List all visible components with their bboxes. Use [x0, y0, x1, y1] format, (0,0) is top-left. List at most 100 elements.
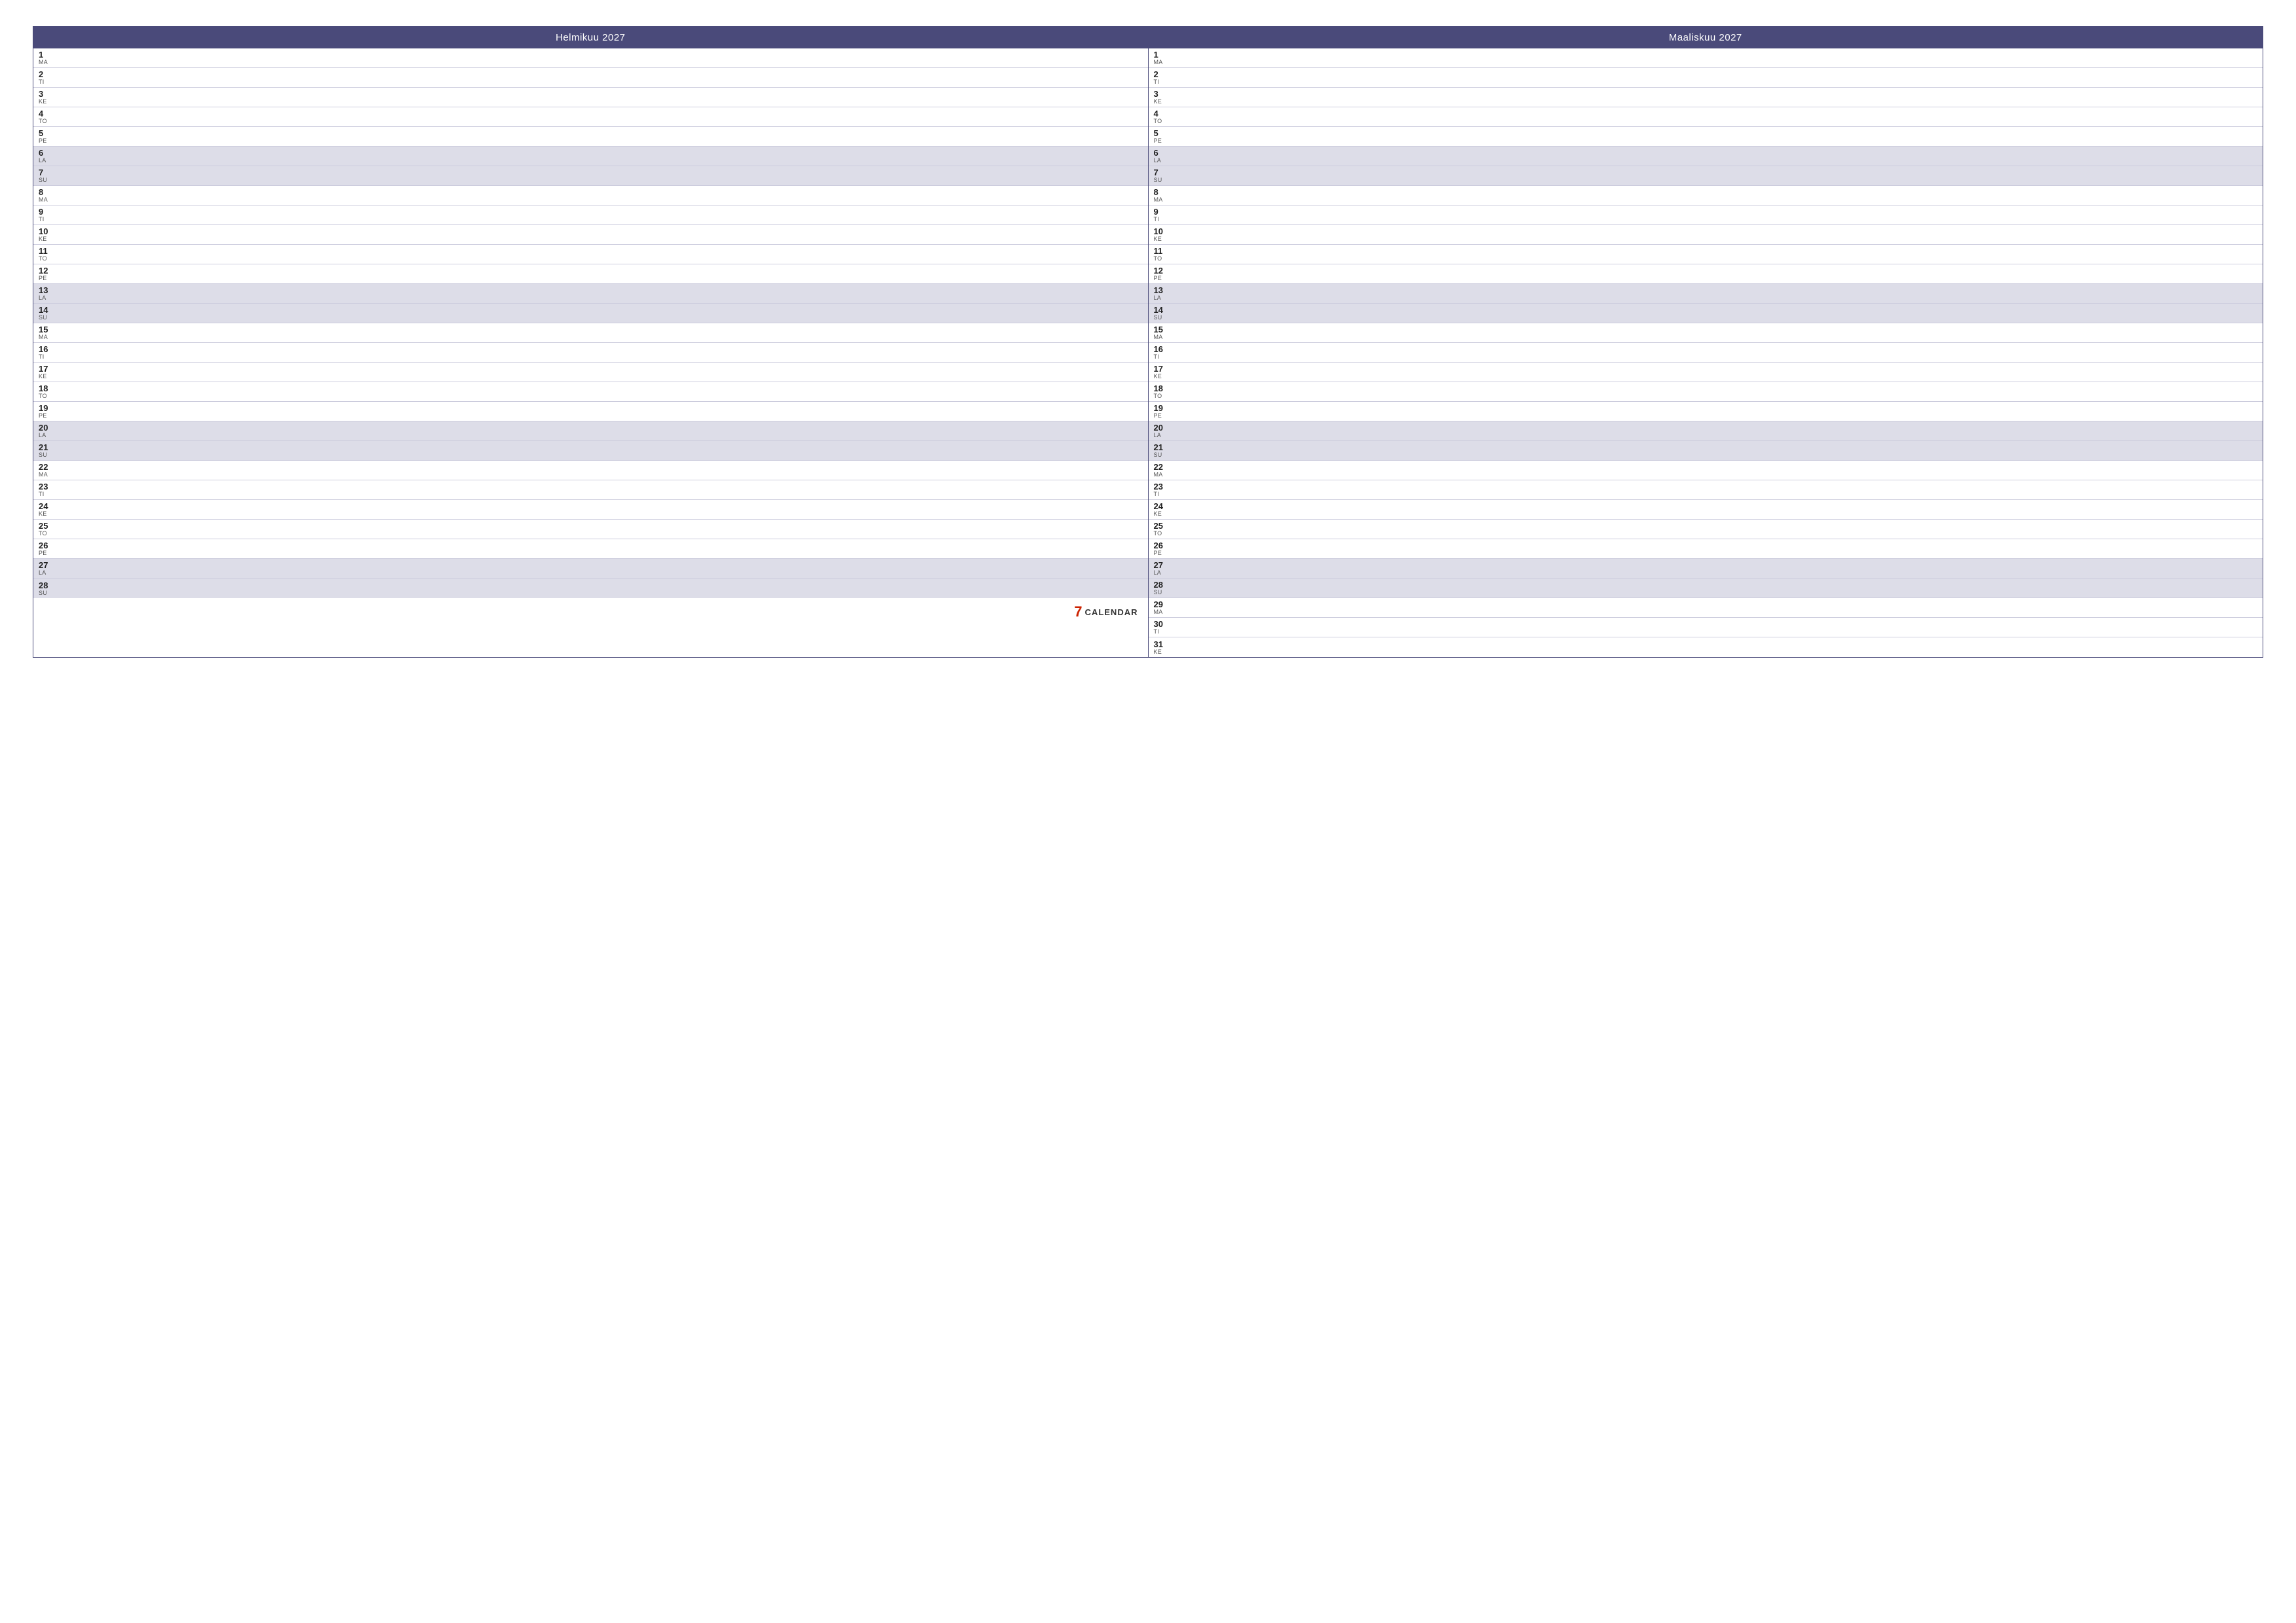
helmikuu-title: Helmikuu 2027 — [556, 32, 626, 43]
day-row: 10 KE — [1149, 225, 2263, 245]
day-info: 8 MA — [39, 188, 62, 203]
day-number: 12 — [1154, 266, 1177, 275]
day-row: 16 TI — [1149, 343, 2263, 363]
day-info: 11 TO — [39, 247, 62, 262]
day-info: 28 SU — [1154, 580, 1177, 596]
day-number: 21 — [1154, 443, 1177, 452]
day-name: SU — [39, 590, 62, 596]
day-info: 14 SU — [39, 306, 62, 321]
day-name: KE — [39, 98, 62, 105]
day-row: 6 LA — [1149, 147, 2263, 166]
day-number: 28 — [1154, 580, 1177, 589]
day-row: 4 TO — [1149, 107, 2263, 127]
day-info: 15 MA — [1154, 325, 1177, 340]
maaliskuu-header: Maaliskuu 2027 — [1149, 27, 2263, 48]
day-name: PE — [1154, 550, 1177, 556]
day-number: 28 — [39, 581, 62, 590]
day-info: 16 TI — [1154, 345, 1177, 360]
day-name: LA — [39, 432, 62, 438]
day-info: 12 PE — [39, 266, 62, 281]
day-number: 7 — [1154, 168, 1177, 177]
day-number: 10 — [1154, 227, 1177, 236]
day-row: 12 PE — [33, 264, 1148, 284]
day-name: PE — [1154, 137, 1177, 144]
day-name: KE — [39, 510, 62, 517]
day-info: 10 KE — [39, 227, 62, 242]
day-name: LA — [39, 294, 62, 301]
day-name: SU — [39, 452, 62, 458]
day-number: 21 — [39, 443, 62, 452]
day-name: LA — [39, 569, 62, 576]
day-info: 1 MA — [1154, 50, 1177, 65]
day-row: 14 SU — [33, 304, 1148, 323]
day-name: LA — [1154, 569, 1177, 576]
day-info: 6 LA — [39, 149, 62, 164]
day-number: 14 — [1154, 306, 1177, 314]
day-row: 26 PE — [33, 539, 1148, 559]
day-info: 13 LA — [39, 286, 62, 301]
day-number: 16 — [1154, 345, 1177, 353]
day-number: 14 — [39, 306, 62, 314]
day-number: 2 — [39, 70, 62, 79]
day-row: 9 TI — [33, 205, 1148, 225]
day-name: MA — [39, 471, 62, 478]
day-info: 11 TO — [1154, 247, 1177, 262]
day-number: 13 — [1154, 286, 1177, 294]
day-name: PE — [1154, 412, 1177, 419]
day-name: SU — [39, 177, 62, 183]
day-number: 8 — [39, 188, 62, 196]
day-info: 2 TI — [1154, 70, 1177, 85]
day-number: 23 — [39, 482, 62, 491]
day-number: 7 — [39, 168, 62, 177]
day-number: 15 — [1154, 325, 1177, 334]
day-row: 1 MA — [1149, 48, 2263, 68]
day-number: 22 — [39, 463, 62, 471]
day-row: 7 SU — [33, 166, 1148, 186]
day-number: 18 — [1154, 384, 1177, 393]
day-info: 4 TO — [39, 109, 62, 124]
day-row: 9 TI — [1149, 205, 2263, 225]
day-row: 22 MA — [1149, 461, 2263, 480]
day-name: TO — [39, 255, 62, 262]
day-number: 12 — [39, 266, 62, 275]
day-info: 23 TI — [1154, 482, 1177, 497]
logo-container: 7 CALENDAR — [33, 598, 1148, 626]
day-number: 4 — [1154, 109, 1177, 118]
day-name: KE — [39, 373, 62, 380]
day-row: 14 SU — [1149, 304, 2263, 323]
day-name: MA — [1154, 609, 1177, 615]
maaliskuu-days: 1 MA 2 TI 3 KE 4 TO 5 PE — [1149, 48, 2263, 657]
day-info: 16 TI — [39, 345, 62, 360]
day-row: 5 PE — [33, 127, 1148, 147]
day-name: TI — [1154, 216, 1177, 223]
day-row: 3 KE — [33, 88, 1148, 107]
day-number: 5 — [39, 129, 62, 137]
day-name: KE — [1154, 98, 1177, 105]
day-info: 26 PE — [39, 541, 62, 556]
day-name: MA — [39, 196, 62, 203]
day-name: TO — [1154, 118, 1177, 124]
day-info: 7 SU — [1154, 168, 1177, 183]
day-info: 12 PE — [1154, 266, 1177, 281]
day-number: 6 — [1154, 149, 1177, 157]
day-name: SU — [39, 314, 62, 321]
day-row: 19 PE — [33, 402, 1148, 421]
day-name: TI — [1154, 491, 1177, 497]
day-info: 5 PE — [1154, 129, 1177, 144]
day-info: 3 KE — [39, 90, 62, 105]
day-info: 19 PE — [39, 404, 62, 419]
day-name: TO — [39, 530, 62, 537]
day-info: 31 KE — [1154, 640, 1177, 655]
day-info: 25 TO — [1154, 522, 1177, 537]
day-name: SU — [1154, 177, 1177, 183]
calendar-logo: 7 CALENDAR — [1074, 603, 1138, 620]
day-name: MA — [39, 334, 62, 340]
day-name: TO — [1154, 393, 1177, 399]
day-number: 1 — [1154, 50, 1177, 59]
day-row: 21 SU — [33, 441, 1148, 461]
day-name: MA — [39, 59, 62, 65]
day-name: PE — [39, 412, 62, 419]
day-number: 20 — [39, 423, 62, 432]
day-row: 11 TO — [33, 245, 1148, 264]
day-name: MA — [1154, 196, 1177, 203]
